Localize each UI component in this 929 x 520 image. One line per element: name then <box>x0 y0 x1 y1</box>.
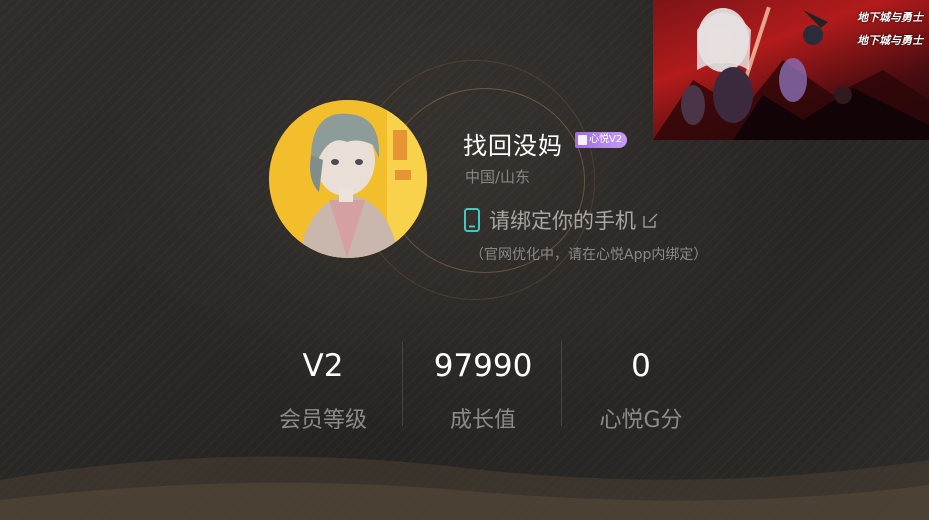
username: 找回没妈 <box>463 132 563 160</box>
stat-member-level: V2 会员等级 <box>243 340 403 434</box>
stat-growth-value: 97990 成长值 <box>403 340 563 434</box>
stat-value: 0 <box>631 348 651 384</box>
bind-phone-label: 请绑定你的手机 <box>489 209 636 233</box>
bind-note: （官网优化中，请在心悦App内绑定） <box>470 247 708 263</box>
bind-phone-link[interactable]: 请绑定你的手机 <box>463 206 659 234</box>
game-banner[interactable]: 地下城与勇士 地下城与勇士 <box>653 0 929 140</box>
avatar-illustration <box>269 100 427 258</box>
stats-panel: V2 会员等级 97990 成长值 0 心悦G分 <box>0 340 929 440</box>
banner-logo-2: 地下城与勇士 <box>857 34 923 47</box>
stat-g-points: 0 心悦G分 <box>561 340 721 434</box>
location-text: 中国/山东 <box>465 168 531 186</box>
stat-value: V2 <box>302 348 344 384</box>
bottom-wave-decor <box>0 456 929 520</box>
edit-icon[interactable] <box>642 212 659 229</box>
stat-label: 成长值 <box>449 408 516 433</box>
avatar[interactable] <box>269 100 427 258</box>
vip-badge: 心悦V2 <box>575 132 627 148</box>
vip-badge-icon <box>578 135 587 145</box>
phone-icon <box>464 208 480 232</box>
banner-logo-1: 地下城与勇士 <box>857 11 923 24</box>
stat-value: 97990 <box>433 348 533 384</box>
vip-badge-label: 心悦V2 <box>589 134 623 145</box>
stat-label: 心悦G分 <box>599 408 683 433</box>
stat-label: 会员等级 <box>278 408 367 433</box>
